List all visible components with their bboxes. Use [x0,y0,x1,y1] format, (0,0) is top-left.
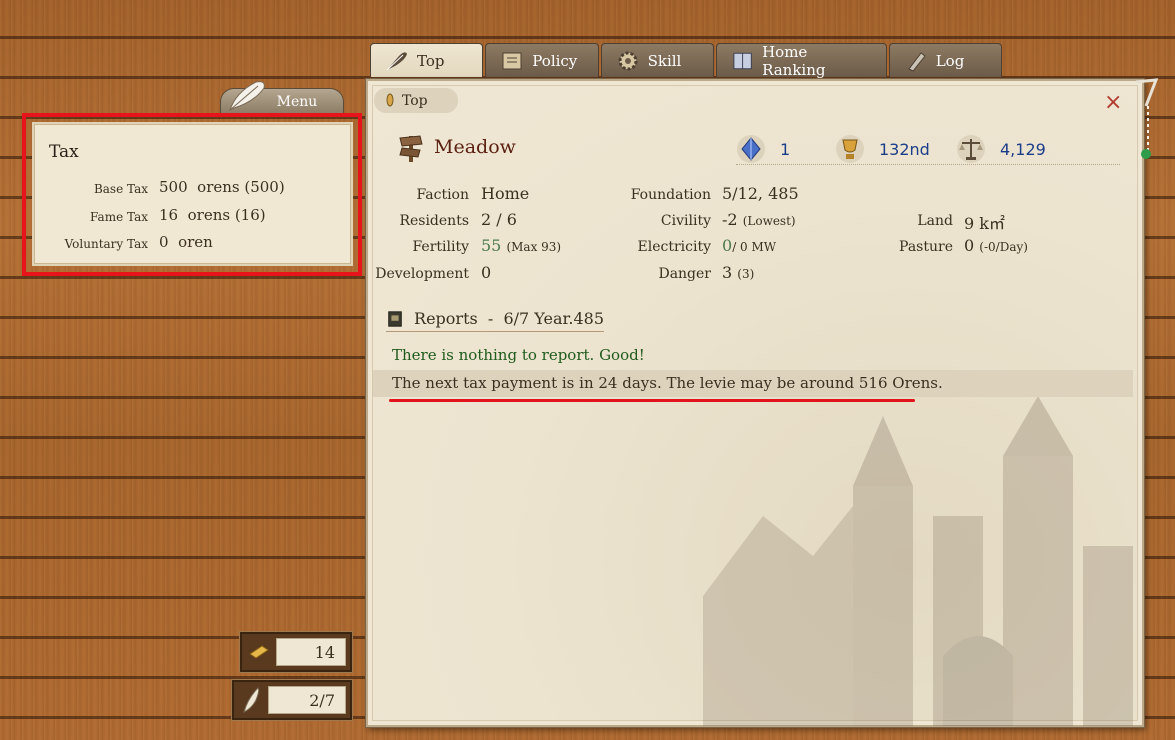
pasture-value: 0 [964,236,975,255]
danger-value: 3 [722,263,733,282]
residents-label: Residents [399,213,469,229]
tab-policy[interactable]: Policy [485,43,599,77]
gear-icon [618,51,638,70]
scales-icon [957,135,985,163]
foundation-value: 5/12, 485 [722,184,799,203]
tax-message-underline [389,399,915,402]
pin-icon [386,93,394,106]
rank-value: 132nd [879,139,930,159]
base-tax-value: 500 orens (500) [159,178,285,196]
civility-label: Civility [660,213,711,229]
reports-title: Reports - 6/7 Year.485 [414,309,604,328]
scroll-icon [502,52,522,69]
danger-field: 3 (3) [722,263,754,282]
panel-background [372,85,1138,726]
voluntary-tax-value: 0 oren [159,233,213,251]
tab-skill[interactable]: Skill [600,43,714,77]
pasture-note: (-0/Day) [979,240,1028,254]
ticket-icon-wrap [242,634,276,670]
residents-value: 2 / 6 [481,210,517,229]
fertility-label: Fertility [412,239,469,255]
breadcrumb: Top [374,88,458,113]
balance-value: 4,129 [1000,139,1046,159]
book-icon [733,52,752,69]
feather-icon [229,81,265,111]
voluntary-tax-label: Voluntary Tax [64,237,148,251]
trophy-icon [836,135,864,163]
castle-watermark [703,396,1133,726]
tax-card: Tax Base Tax 500 orens (500) Fame Tax 16… [34,124,351,264]
electricity-capacity: / 0 MW [732,240,777,254]
breadcrumb-label: Top [402,92,428,109]
tab-log-label: Log [935,51,965,70]
report-tax-message: The next tax payment is in 24 days. The … [392,374,943,392]
rank-stat: 132nd [835,134,930,164]
fame-tax-label: Fame Tax [90,210,148,224]
pasture-field: 0 (-0/Day) [964,236,1028,255]
date-value: 2/7 [268,686,346,714]
crystal-icon [737,135,765,163]
electricity-field: 0/ 0 MW [722,236,776,255]
document-icon [907,51,926,72]
development-value: 0 [481,263,492,282]
base-tax-label: Base Tax [93,182,148,196]
tab-top[interactable]: Top [370,43,484,77]
electricity-label: Electricity [637,239,711,255]
close-button[interactable]: × [1104,90,1122,115]
home-title: Meadow [398,132,516,162]
land-value: 9 k㎡ [964,214,1005,233]
tab-log[interactable]: Log [888,43,1002,77]
civility-field: -2 (Lowest) [722,210,796,229]
tab-policy-label: Policy [532,51,578,70]
fertility-value: 55 [481,236,502,255]
tax-title: Tax [49,142,79,162]
top-panel [366,79,1144,727]
report-good-message: There is nothing to report. Good! [392,346,645,364]
crystal-stat: 1 [736,134,790,164]
faction-value: Home [481,184,530,203]
development-label: Development [375,266,469,282]
civility-note: (Lowest) [742,214,796,228]
ticket-icon [249,645,269,659]
ticket-counter[interactable]: 14 [240,632,352,672]
tab-home-ranking[interactable]: Home Ranking [715,42,887,79]
stats-divider [736,164,1120,165]
reports-header: Reports - 6/7 Year.485 [386,306,604,332]
land-label: Land [917,213,953,229]
hook-decoration [1135,78,1159,159]
menu-label: Menu [276,94,318,110]
faction-label: Faction [416,187,470,203]
civility-value: -2 [722,210,738,229]
tab-skill-label: Skill [647,51,682,70]
tab-home-ranking-label: Home Ranking [762,42,826,79]
crystal-value: 1 [780,139,791,159]
fertility-note: (Max 93) [506,240,562,254]
fame-tax-value: 16 orens (16) [159,206,266,224]
report-book-icon [388,310,402,327]
home-name: Meadow [434,136,516,158]
ticket-count: 14 [276,638,346,666]
pasture-label: Pasture [899,239,953,255]
quill-icon [386,51,407,70]
signpost-icon [399,135,423,162]
danger-label: Danger [658,266,711,282]
date-counter[interactable]: 2/7 [232,680,352,720]
electricity-value: 0 [722,236,733,255]
quill-date-icon [243,687,260,713]
danger-note: (3) [737,267,755,281]
tab-top-label: Top [417,51,445,70]
foundation-label: Foundation [630,187,711,203]
balance-stat: 4,129 [956,134,1046,164]
quill-date-icon-wrap [234,682,268,718]
tab-bar: Top Policy Skill Home Ranking Log [370,43,1004,79]
fertility-field: 55 (Max 93) [481,236,561,255]
